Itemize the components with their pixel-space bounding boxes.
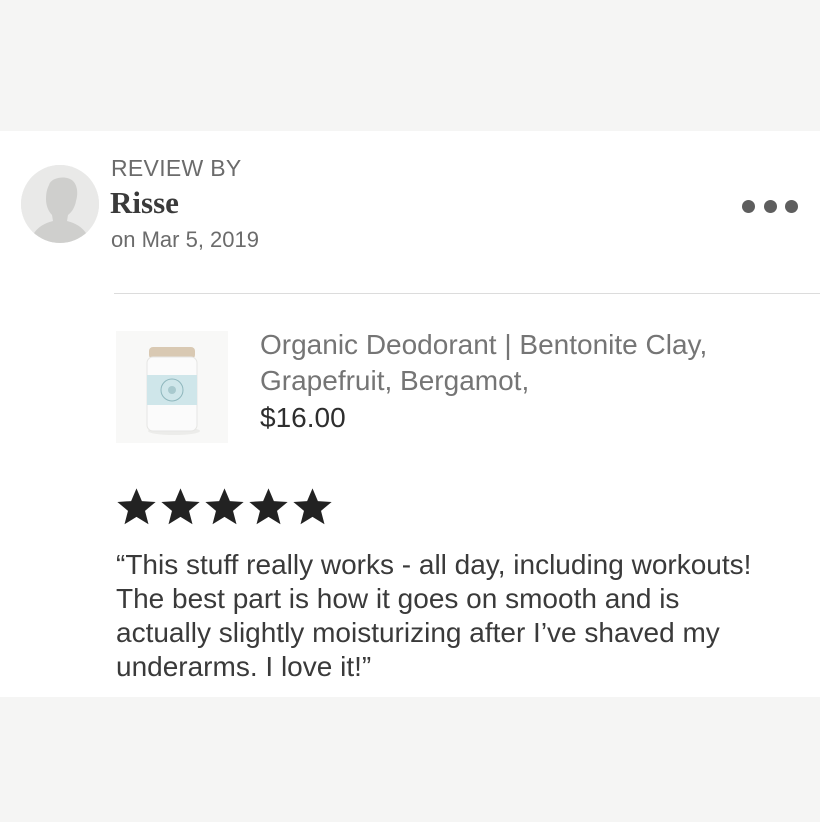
user-silhouette-icon [21,165,99,243]
star-icon [161,488,200,525]
review-date: on Mar 5, 2019 [111,227,259,252]
deodorant-stick-image [116,331,228,443]
product-price: $16.00 [260,402,346,433]
more-options-icon-dot [763,199,777,213]
product-image[interactable] [116,331,228,443]
star-icon [205,488,244,525]
review-by-label: REVIEW BY [111,155,242,181]
product-title-link[interactable]: Organic Deodorant | Bentonite Clay, Grap… [260,327,780,399]
reviewer-avatar[interactable] [21,165,99,243]
more-options-icon-dot [785,199,798,213]
review-text: “This stuff really works - all day, incl… [116,549,752,682]
star-icon [117,488,156,525]
more-options-button[interactable] [742,195,798,217]
reviewer-name[interactable]: Risse [110,185,179,221]
divider [114,293,820,294]
review-card: REVIEW BY Risse on Mar 5, 2019 Organic D… [0,131,820,697]
star-icon [249,488,288,525]
more-options-icon-dot [742,199,755,213]
star-icon [293,488,332,525]
star-rating [115,487,334,527]
